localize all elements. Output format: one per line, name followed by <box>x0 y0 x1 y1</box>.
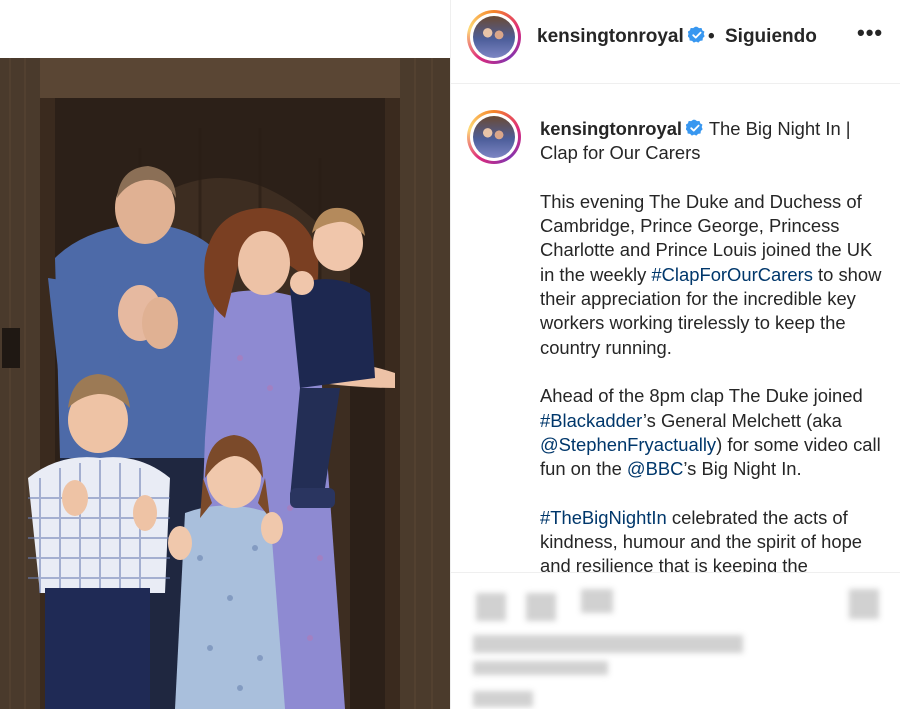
caption-text: Ahead of the 8pm clap The Duke joined <box>540 385 863 407</box>
caption-paragraph-3: #TheBigNightIn celebrated the acts of ki… <box>540 506 890 572</box>
blurred-comment-input <box>473 691 533 707</box>
header-username-text[interactable]: kensingtonroyal <box>537 26 684 47</box>
following-button[interactable]: Siguiendo <box>725 26 817 48</box>
post-side-panel: kensingtonroyal • Siguiendo ••• kensingt… <box>450 0 900 709</box>
caption-title-paragraph: kensingtonroyal The Big Night In | Clap … <box>540 117 890 166</box>
caption-username[interactable]: kensingtonroyal <box>540 118 682 139</box>
caption-paragraph-2: Ahead of the 8pm clap The Duke joined #B… <box>540 384 890 481</box>
header-username[interactable]: kensingtonroyal <box>537 26 706 48</box>
hashtag-link[interactable]: #Blackadder <box>540 410 643 431</box>
post-photo[interactable] <box>0 58 450 709</box>
post-caption: kensingtonroyal The Big Night In | Clap … <box>540 117 890 572</box>
family-photo-illustration <box>0 58 450 709</box>
more-options-icon[interactable]: ••• <box>857 20 883 46</box>
blurred-comment-icon <box>526 593 556 621</box>
caption-text: ’s General Melchett (aka <box>642 409 842 431</box>
hashtag-link[interactable]: #TheBigNightIn <box>540 507 667 528</box>
verified-badge-icon <box>686 119 703 136</box>
mention-link[interactable]: @BBC <box>627 458 683 479</box>
caption-text: ’s Big Night In. <box>683 458 802 480</box>
header-separator: • <box>708 26 715 47</box>
blurred-save-icon <box>849 589 879 619</box>
post-header: kensingtonroyal • Siguiendo ••• <box>451 0 900 84</box>
profile-avatar[interactable] <box>467 10 521 64</box>
caption-avatar[interactable] <box>467 110 521 164</box>
caption-paragraph-1: This evening The Duke and Duchess of Cam… <box>540 190 890 360</box>
blurred-actions-area <box>451 572 900 709</box>
caption-area: kensingtonroyal The Big Night In | Clap … <box>451 85 900 572</box>
blurred-share-icon <box>581 589 613 613</box>
verified-badge-icon <box>687 26 705 43</box>
blurred-likes-text <box>473 635 743 653</box>
hashtag-link[interactable]: #ClapForOurCarers <box>651 264 812 285</box>
blurred-date-text <box>473 661 608 675</box>
blurred-like-icon <box>476 593 506 621</box>
photo-top-margin <box>0 0 450 58</box>
mention-link[interactable]: @StephenFryactually <box>540 434 716 455</box>
